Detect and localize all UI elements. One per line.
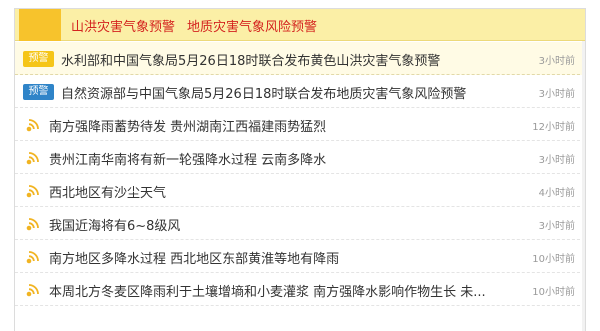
broadcast-icon bbox=[26, 185, 39, 198]
item-title[interactable]: 西北地区有沙尘天气 bbox=[49, 182, 513, 201]
item-title[interactable]: 贵州江南华南将有新一轮强降水过程 云南多降水 bbox=[49, 149, 513, 168]
item-time: 4小时前 bbox=[538, 188, 575, 199]
list-item[interactable]: 预警 自然资源部与中国气象局5月26日18时联合发布地质灾害气象风险预警 3小时… bbox=[15, 75, 585, 108]
item-time: 3小时前 bbox=[538, 89, 575, 100]
list-item[interactable]: 西北地区有沙尘天气 4小时前 bbox=[15, 174, 585, 207]
item-title[interactable]: 我国近海将有6~8级风 bbox=[49, 215, 513, 234]
geo-hazard-warning-link[interactable]: 地质灾害气象风险预警 bbox=[187, 20, 317, 35]
header-accent-bar bbox=[19, 9, 61, 41]
item-time: 3小时前 bbox=[538, 56, 575, 67]
item-title[interactable]: 南方强降雨蓄势待发 贵州湖南江西福建雨势猛烈 bbox=[49, 116, 513, 135]
weather-alert-panel: 山洪灾害气象预警 地质灾害气象风险预警 预警 水利部和中国气象局5月26日18时联… bbox=[14, 8, 586, 331]
list-item[interactable]: 我国近海将有6~8级风 3小时前 bbox=[15, 207, 585, 240]
item-time: 3小时前 bbox=[538, 155, 575, 166]
warning-badge: 预警 bbox=[23, 51, 54, 67]
list-item[interactable]: 南方地区多降水过程 西北地区东部黄淮等地有降雨 10小时前 bbox=[15, 240, 585, 273]
item-title[interactable]: 南方地区多降水过程 西北地区东部黄淮等地有降雨 bbox=[49, 248, 513, 267]
scrollbar[interactable] bbox=[582, 41, 585, 331]
broadcast-icon bbox=[26, 251, 39, 264]
header-links: 山洪灾害气象预警 地质灾害气象风险预警 bbox=[71, 16, 317, 35]
warning-badge: 预警 bbox=[23, 84, 54, 100]
flash-flood-warning-link[interactable]: 山洪灾害气象预警 bbox=[71, 20, 175, 35]
item-time: 12小时前 bbox=[532, 122, 575, 133]
alert-header: 山洪灾害气象预警 地质灾害气象风险预警 bbox=[15, 9, 585, 41]
broadcast-icon bbox=[26, 152, 39, 165]
broadcast-icon bbox=[26, 119, 39, 132]
item-time: 3小时前 bbox=[538, 221, 575, 232]
broadcast-icon bbox=[26, 284, 39, 297]
list-item[interactable]: 南方强降雨蓄势待发 贵州湖南江西福建雨势猛烈 12小时前 bbox=[15, 108, 585, 141]
list-item[interactable]: 贵州江南华南将有新一轮强降水过程 云南多降水 3小时前 bbox=[15, 141, 585, 174]
item-title[interactable]: 水利部和中国气象局5月26日18时联合发布黄色山洪灾害气象预警 bbox=[61, 50, 513, 69]
item-time: 10小时前 bbox=[532, 287, 575, 298]
item-title[interactable]: 本周北方冬麦区降雨利于土壤增墒和小麦灌浆 南方强降水影响作物生长 未... bbox=[49, 281, 513, 300]
list-item[interactable]: 本周北方冬麦区降雨利于土壤增墒和小麦灌浆 南方强降水影响作物生长 未... 10… bbox=[15, 273, 585, 306]
news-list: 预警 水利部和中国气象局5月26日18时联合发布黄色山洪灾害气象预警 3小时前 … bbox=[15, 42, 585, 306]
item-title[interactable]: 自然资源部与中国气象局5月26日18时联合发布地质灾害气象风险预警 bbox=[61, 83, 513, 102]
item-time: 10小时前 bbox=[532, 254, 575, 265]
broadcast-icon bbox=[26, 218, 39, 231]
list-item[interactable]: 预警 水利部和中国气象局5月26日18时联合发布黄色山洪灾害气象预警 3小时前 bbox=[15, 42, 585, 75]
